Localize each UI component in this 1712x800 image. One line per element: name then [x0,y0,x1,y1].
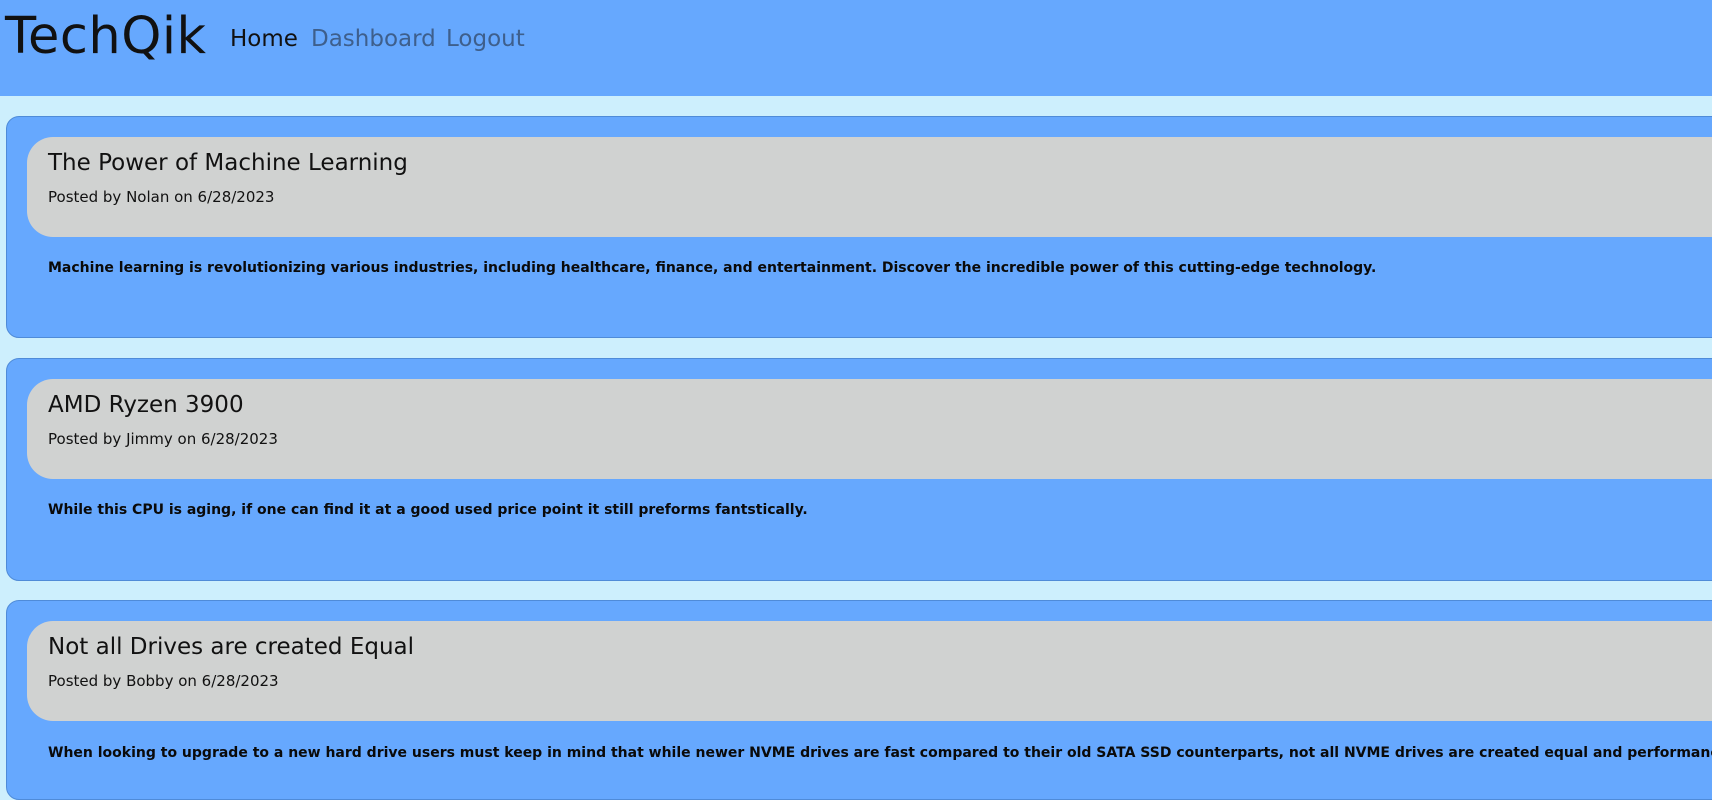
nav-link-logout[interactable]: Logout [446,24,525,54]
top-navbar: TechQik Home Dashboard Logout [0,0,1712,96]
post-header[interactable]: The Power of Machine Learning Posted by … [27,137,1712,237]
brand-logo[interactable]: TechQik [5,6,207,68]
post-card[interactable]: The Power of Machine Learning Posted by … [6,116,1712,338]
nav-link-home[interactable]: Home [230,24,298,54]
post-title[interactable]: AMD Ryzen 3900 [48,389,244,421]
post-card[interactable]: AMD Ryzen 3900 Posted by Jimmy on 6/28/2… [6,358,1712,581]
post-meta: Posted by Nolan on 6/28/2023 [48,188,275,206]
nav-link-dashboard[interactable]: Dashboard [311,24,436,54]
post-card[interactable]: Not all Drives are created Equal Posted … [6,600,1712,800]
post-title[interactable]: Not all Drives are created Equal [48,631,414,663]
post-body: While this CPU is aging, if one can find… [48,502,808,518]
post-meta: Posted by Bobby on 6/28/2023 [48,672,279,690]
post-title[interactable]: The Power of Machine Learning [48,147,408,179]
post-body: Machine learning is revolutionizing vari… [48,260,1377,276]
post-header[interactable]: AMD Ryzen 3900 Posted by Jimmy on 6/28/2… [27,379,1712,479]
post-header[interactable]: Not all Drives are created Equal Posted … [27,621,1712,721]
post-meta: Posted by Jimmy on 6/28/2023 [48,430,278,448]
post-body: When looking to upgrade to a new hard dr… [48,745,1712,761]
